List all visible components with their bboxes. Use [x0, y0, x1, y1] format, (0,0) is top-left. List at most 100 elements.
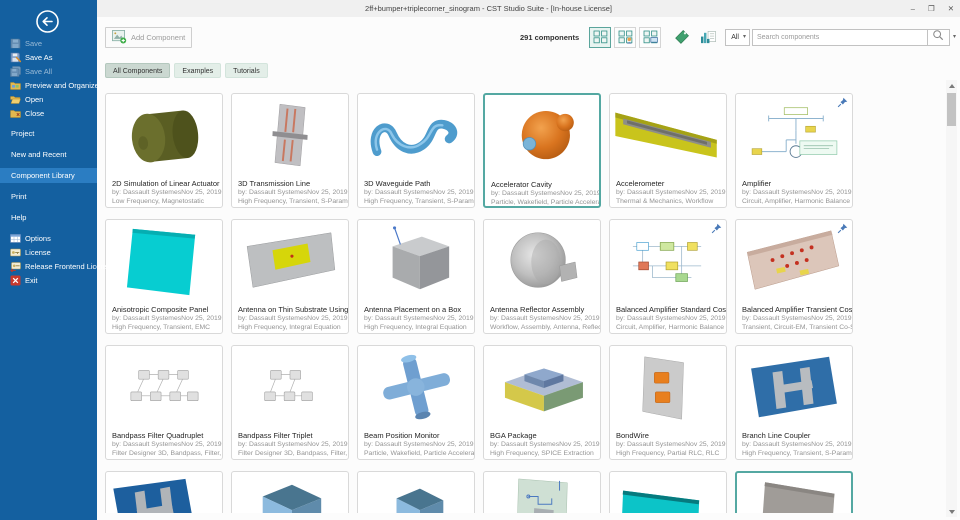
- sidebar-item-license[interactable]: License: [0, 245, 97, 259]
- component-date: Nov 25, 2019: [307, 315, 348, 322]
- view-details-button[interactable]: [614, 26, 637, 48]
- tab-tutorials[interactable]: Tutorials: [225, 63, 268, 78]
- sidebar-item-new-and-recent[interactable]: New and Recent: [0, 147, 97, 162]
- component-card-balanced-amplifier-transient-cosimula[interactable]: Balanced Amplifier Transient Cosimula...…: [735, 219, 853, 334]
- tab-all-components[interactable]: All Components: [105, 63, 171, 78]
- category-filter-dropdown[interactable]: All ▾: [725, 28, 750, 46]
- component-card[interactable]: [483, 471, 601, 513]
- component-author: by: Dassault Systemes: [616, 315, 686, 322]
- component-card-antenna-placement-on-a-box[interactable]: Antenna Placement on a Box by: Dassault S…: [357, 219, 475, 334]
- sidebar-item-close[interactable]: Close: [0, 106, 97, 120]
- sidebar-item-open[interactable]: Open: [0, 92, 97, 106]
- component-card[interactable]: [105, 471, 223, 513]
- component-card-accelerometer[interactable]: Accelerometer by: Dassault Systemes Nov 25…: [609, 93, 727, 208]
- sidebar-item-help[interactable]: Help: [0, 210, 97, 225]
- component-card-balanced-amplifier-standard-cosimula[interactable]: Balanced Amplifier Standard Cosimula...b…: [609, 219, 727, 334]
- component-thumbnail-bpm-blue: [358, 346, 474, 430]
- sidebar-item-options[interactable]: Options: [0, 231, 97, 245]
- component-thumbnail-bondwire-plate: [610, 346, 726, 430]
- component-card-anisotropic-composite-panel[interactable]: Anisotropic Composite Panel by: Dassault …: [105, 219, 223, 334]
- component-card-beam-position-monitor[interactable]: Beam Position Monitor by: Dassault System…: [357, 345, 475, 460]
- component-meta: by: Dassault Systemes Nov 25, 2019: [106, 440, 222, 449]
- component-thumbnail-filter-triplet: [232, 346, 348, 430]
- component-thumbnail-substrate-patch: [232, 220, 348, 304]
- component-thumbnail-schematic-blocks: [610, 220, 726, 304]
- component-tags: Circuit, Amplifier, Harmonic Balance: [742, 198, 851, 205]
- component-date: Nov 25, 2019: [433, 441, 474, 448]
- component-card[interactable]: [609, 471, 727, 513]
- sidebar-item-component-library[interactable]: Component Library: [0, 168, 97, 183]
- component-title: Antenna on Thin Substrate Using Local...: [238, 305, 348, 314]
- component-thumbnail-bga-package: [484, 346, 600, 430]
- component-author: by: Dassault Systemes: [616, 189, 686, 196]
- tab-examples[interactable]: Examples: [174, 63, 222, 78]
- cst-studio-suite-window: Save Save As Save All Preview and Organize O…: [0, 0, 960, 520]
- view-preview-button[interactable]: [639, 26, 662, 48]
- component-meta: by: Dassault Systemes Nov 25, 2019: [232, 314, 348, 323]
- component-card-antenna-on-thin-substrate-using-local[interactable]: Antenna on Thin Substrate Using Local...…: [231, 219, 349, 334]
- component-card-bga-package[interactable]: BGA Package by: Dassault Systemes Nov 25, …: [483, 345, 601, 460]
- component-date: Nov 25, 2019: [560, 190, 601, 197]
- window-controls: – ❐ ✕: [911, 0, 954, 17]
- component-card-amplifier[interactable]: Amplifier by: Dassault Systemes Nov 25, 20…: [735, 93, 853, 208]
- close-button[interactable]: ✕: [948, 0, 954, 17]
- component-card-3d-waveguide-path[interactable]: 3D Waveguide Path by: Dassault Systemes No…: [357, 93, 475, 208]
- component-meta: by: Dassault Systemes Nov 25, 2019: [232, 188, 348, 197]
- back-arrow-button[interactable]: [35, 9, 60, 34]
- component-tags: High Frequency, SPICE Extraction: [490, 450, 594, 457]
- sidebar-item-label: Options: [25, 233, 51, 243]
- search-button[interactable]: [927, 28, 950, 46]
- component-card-3d-transmission-line[interactable]: 3D Transmission Line by: Dassault Systeme…: [231, 93, 349, 208]
- minimize-button[interactable]: –: [911, 0, 915, 17]
- sidebar-item-save: Save: [0, 36, 97, 50]
- component-thumbnail-cube-blue: [232, 472, 348, 513]
- component-author: by: Dassault Systemes: [112, 315, 182, 322]
- sidebar-item-save-as[interactable]: Save As: [0, 50, 97, 64]
- options-icon: [10, 233, 21, 244]
- scrollbar-thumb[interactable]: [947, 93, 956, 126]
- component-card-bandpass-filter-triplet[interactable]: Bandpass Filter Triplet by: Dassault Syst…: [231, 345, 349, 460]
- component-card[interactable]: [357, 471, 475, 513]
- restore-button[interactable]: ❐: [928, 0, 935, 17]
- component-date: Nov 25, 2019: [433, 315, 474, 322]
- component-meta: by: Dassault Systemes Nov 25, 2019: [610, 440, 726, 449]
- component-card[interactable]: [231, 471, 349, 513]
- component-title: Amplifier: [742, 179, 772, 188]
- tag-filter-button[interactable]: [671, 27, 691, 47]
- sidebar-item-print[interactable]: Print: [0, 189, 97, 204]
- sidebar-item-label: Open: [25, 94, 44, 104]
- sidebar-item-release-frontend-license[interactable]: Release Frontend License: [0, 259, 113, 273]
- sidebar-item-preview-and-organize[interactable]: Preview and Organize: [0, 78, 99, 92]
- sidebar-item-project[interactable]: Project: [0, 126, 97, 141]
- component-tags: High Frequency, Transient, S-Paramete...: [238, 198, 348, 205]
- sidebar-item-exit[interactable]: Exit: [0, 273, 97, 287]
- component-card-antenna-reflector-assembly[interactable]: Antenna Reflector Assembly by: Dassault S…: [483, 219, 601, 334]
- component-card[interactable]: [735, 471, 853, 513]
- component-thumbnail-branch-coupler: [736, 346, 852, 430]
- component-tags: Low Frequency, Magnetostatic: [112, 198, 205, 205]
- component-date: Nov 25, 2019: [685, 315, 726, 322]
- search-input[interactable]: [751, 28, 928, 46]
- component-card-bandpass-filter-quadruplet[interactable]: Bandpass Filter Quadruplet by: Dassault S…: [105, 345, 223, 460]
- component-card-bondwire[interactable]: BondWire by: Dassault Systemes Nov 25, 201…: [609, 345, 727, 460]
- scrollbar-up-button[interactable]: [946, 80, 957, 91]
- component-card-2d-simulation-of-linear-actuator[interactable]: 2D Simulation of Linear Actuator by: Dass…: [105, 93, 223, 208]
- sidebar-item-label: Release Frontend License: [25, 261, 113, 271]
- component-card-accelerator-cavity[interactable]: Accelerator Cavity by: Dassault Systemes N…: [483, 93, 601, 208]
- component-thumbnail-cube-antenna: [358, 220, 474, 304]
- component-title: Beam Position Monitor: [364, 431, 440, 440]
- component-meta: by: Dassault Systemes Nov 25, 2019: [736, 314, 852, 323]
- component-card-branch-line-coupler[interactable]: Branch Line Coupler by: Dassault Systemes…: [735, 345, 853, 460]
- toolbar: Add Component 291 components All ▾ Searc…: [97, 17, 960, 57]
- vertical-scrollbar[interactable]: [946, 80, 957, 517]
- component-tags: Particle, Wakefield, Particle Accelerato…: [491, 199, 599, 206]
- component-meta: by: Dassault Systemes Nov 25, 2019: [485, 189, 599, 198]
- search-options-caret[interactable]: ▾: [953, 34, 956, 40]
- component-tags: High Frequency, Partial RLC, RLC: [616, 450, 720, 457]
- sidebar-item-label: Print: [11, 192, 27, 201]
- add-component-button[interactable]: Add Component: [105, 26, 193, 48]
- view-thumbnails-button[interactable]: [589, 26, 612, 48]
- statistics-button[interactable]: [698, 27, 718, 47]
- component-count: 291 components: [520, 32, 580, 42]
- scrollbar-down-button[interactable]: [946, 506, 957, 517]
